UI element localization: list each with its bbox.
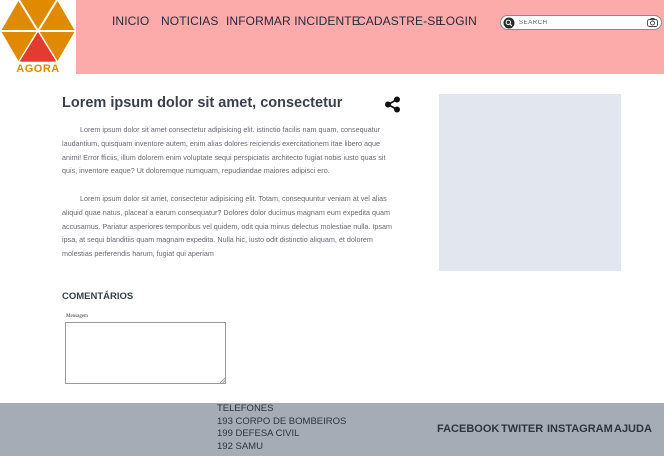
search-icon[interactable]	[503, 17, 515, 29]
phones-heading: TELEFONES	[217, 403, 274, 414]
nav-item-login[interactable]: LOGIN	[439, 14, 477, 28]
camera-icon[interactable]	[647, 18, 658, 27]
phone-item: 192 SAMU	[217, 440, 263, 452]
article-paragraph: Lorem ipsum dolor sit amet consectetur a…	[62, 125, 386, 176]
phone-item: 193 CORPO DE BOMBEIROS	[217, 415, 347, 427]
share-icon[interactable]	[383, 95, 402, 114]
nav-item-informar-incidente[interactable]: INFORMAR INCIDENTE	[226, 14, 360, 28]
article-paragraph: Lorem ipsum dolor sit amet, consectetur …	[62, 193, 392, 259]
brand-name: AGORA	[16, 63, 60, 75]
phone-item: 199 DEFESA CIVIL	[217, 428, 300, 439]
logo[interactable]: AGORA	[0, 0, 76, 75]
footer-link-ajuda[interactable]: AJUDA	[614, 423, 652, 435]
article-body: Lorem ipsum dolor sit amet consectetur a…	[62, 123, 398, 271]
logo-hexagon-icon	[1, 0, 75, 62]
page: AGORA INICIO NOTICIAS INFORMAR INCIDENTE…	[0, 0, 664, 456]
footer-link-instagram[interactable]: INSTAGRAM	[547, 423, 613, 435]
nav-item-cadastre-se[interactable]: CADASTRE-SE	[357, 14, 443, 28]
comments-title: COMENTÁRIOS	[62, 291, 134, 302]
search-bar	[500, 15, 662, 30]
emergency-phones: TELEFONES 193 CORPO DE BOMBEIROS 199 DEF…	[217, 403, 346, 453]
message-textarea[interactable]	[65, 322, 226, 384]
nav-item-noticias[interactable]: NOTICIAS	[161, 14, 218, 28]
footer-link-facebook[interactable]: FACEBOOK	[437, 423, 499, 435]
message-label: Mensagem	[66, 314, 88, 319]
nav-item-inicio[interactable]: INICIO	[112, 14, 149, 28]
header: AGORA INICIO NOTICIAS INFORMAR INCIDENTE…	[0, 0, 664, 75]
sidebar-image-placeholder	[439, 94, 621, 271]
search-input[interactable]	[519, 17, 639, 28]
article-title: Lorem ipsum dolor sit amet, consectetur	[62, 95, 343, 111]
footer-link-twiter[interactable]: TWITER	[501, 423, 543, 435]
resize-handle-icon[interactable]	[219, 377, 225, 383]
